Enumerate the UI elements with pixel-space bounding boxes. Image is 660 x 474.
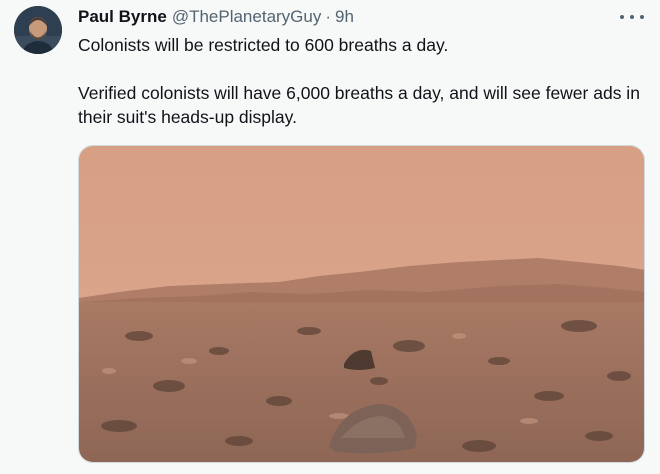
tweet-paragraph: Verified colonists will have 6,000 breat… [78,83,640,127]
author-avatar[interactable] [14,6,62,54]
more-options-button[interactable] [620,8,644,26]
more-dot-icon [640,15,644,19]
more-dot-icon [620,15,624,19]
avatar-photo-icon [14,6,62,54]
tweet-timestamp[interactable]: 9h [335,6,354,28]
author-handle[interactable]: @ThePlanetaryGuy [172,6,322,28]
mars-landscape-image [79,146,644,462]
separator-dot: · [325,7,332,26]
tweet-paragraph: Colonists will be restricted to 600 brea… [78,35,449,55]
tweet-text: Colonists will be restricted to 600 brea… [78,33,643,129]
tweet-header: Paul Byrne @ThePlanetaryGuy · 9h [78,6,354,28]
tweet-media-image[interactable] [78,145,645,463]
more-dot-icon [630,15,634,19]
author-name[interactable]: Paul Byrne [78,6,167,28]
tweet[interactable]: Paul Byrne @ThePlanetaryGuy · 9h Colonis… [0,0,660,474]
